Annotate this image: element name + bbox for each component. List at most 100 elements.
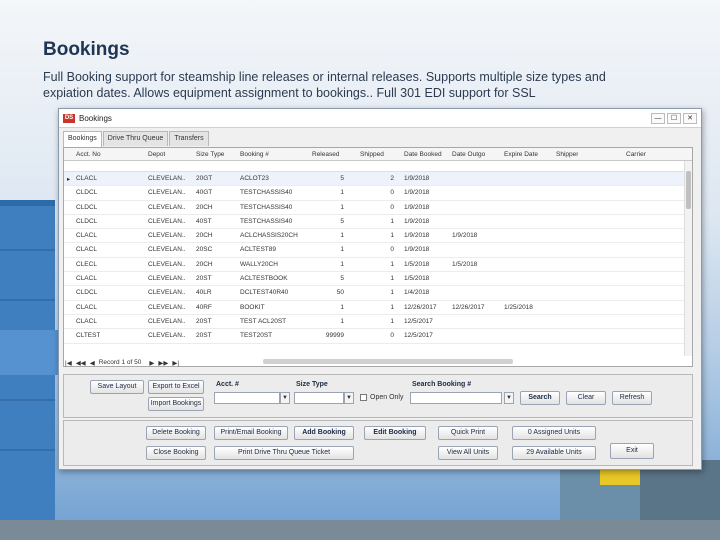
table-cell: 0 [390,332,394,340]
window-title: Bookings [79,113,112,123]
table-cell: ACLTEST89 [240,246,277,254]
table-row[interactable]: CLACL CLEVELAN.. 20ST ACLTESTBOOK 5 1 1/5/2018 [64,272,692,287]
table-cell: 1 [390,317,394,325]
column-header[interactable]: Date Booked [404,151,442,158]
close-booking-button[interactable]: Close Booking [146,446,206,460]
exit-button[interactable]: Exit [610,443,654,459]
assigned-units-button[interactable]: 0 Assigned Units [512,426,596,440]
filter-row[interactable] [64,161,692,172]
column-header[interactable]: Carrier [626,151,646,158]
column-header[interactable]: Expire Date [504,151,538,158]
save-layout-button[interactable]: Save Layout [90,380,144,394]
first-record-icon[interactable]: |◀ [65,359,72,367]
column-header[interactable]: Size Type [196,151,224,158]
table-row[interactable]: CLDCL CLEVELAN.. 40LR DCLTEST40R40 50 1 1/4/20… [64,286,692,301]
search-booking-label: Search Booking # [412,381,472,388]
column-header[interactable]: Shipper [556,151,578,158]
table-cell: TEST ACL20ST [240,317,287,325]
add-booking-button[interactable]: Add Booking [294,426,354,440]
table-row[interactable]: CLACL CLEVELAN.. 20ST TEST ACL20ST 1 1 12/5/20… [64,315,692,330]
available-units-button[interactable]: 29 Available Units [512,446,596,460]
table-row[interactable]: CLECL CLEVELAN.. 20CH WALLY20CH 1 1 1/5/2018 1/… [64,258,692,273]
table-cell: CLEVELAN.. [148,232,186,240]
close-icon[interactable]: ✕ [683,112,697,124]
table-cell: 50 [336,289,344,297]
tab-bookings[interactable]: Bookings [63,131,102,147]
table-cell: BOOKIT [240,303,265,311]
acct-input[interactable] [214,392,280,404]
quick-print-button[interactable]: Quick Print [438,426,498,440]
search-booking-input[interactable] [410,392,502,404]
search-booking-dropdown-icon[interactable]: ▼ [504,392,514,404]
table-row[interactable]: CLDCL CLEVELAN.. 40ST TESTCHASSIS40 5 1 1/9/20… [64,215,692,230]
table-row[interactable]: CLACL CLEVELAN.. 40RF BOOKIT 1 1 12/26/2017 12/… [64,301,692,315]
open-only-checkbox[interactable] [360,394,367,401]
table-cell: 1 [390,275,394,283]
tab-drive-thru-queue[interactable]: Drive Thru Queue [102,131,169,146]
table-cell: CLDCL [76,289,98,297]
column-header[interactable]: Date Outgo [452,151,485,158]
print-email-booking-button[interactable]: Print/Email Booking [214,426,288,440]
table-cell: TESTCHASSIS40 [240,203,293,211]
minimize-icon[interactable]: — [651,112,665,124]
table-cell: CLACL [76,246,97,254]
table-cell: WALLY20CH [240,260,278,268]
table-cell: 1 [390,217,394,225]
app-logo-icon: DS [63,113,75,123]
column-header[interactable]: Released [312,151,339,158]
refresh-button[interactable]: Refresh [612,391,652,405]
column-header[interactable]: Depot [148,151,165,158]
column-header[interactable]: Booking # [240,151,269,158]
delete-booking-button[interactable]: Delete Booking [146,426,206,440]
table-cell: CLDCL [76,203,98,211]
clear-button[interactable]: Clear [566,391,606,405]
edit-booking-button[interactable]: Edit Booking [364,426,426,440]
table-cell: 20GT [196,175,213,182]
bookings-grid[interactable]: Acct. No Depot Size Type Booking # Relea… [63,147,693,367]
table-row[interactable]: CLDCL CLEVELAN.. 40GT TESTCHASSIS40 1 0 1/9/20… [64,186,692,201]
table-cell: 1 [340,246,344,254]
table-cell: DCLTEST40R40 [240,289,289,297]
table-cell: 12/26/2017 [404,303,437,311]
next-page-icon[interactable]: ▶▶ [158,359,168,367]
search-button[interactable]: Search [520,391,560,405]
table-row[interactable]: CLTEST CLEVELAN.. 20ST TEST20ST 99999 0 12/5/2… [64,329,692,344]
row-indicator-icon: ▸ [67,176,71,183]
acct-dropdown-icon[interactable]: ▼ [280,392,290,404]
vertical-scrollbar[interactable] [684,161,692,356]
import-bookings-button[interactable]: Import Bookings [148,397,204,411]
grid-header: Acct. No Depot Size Type Booking # Relea… [64,148,692,161]
table-row[interactable]: ▸ CLACL CLEVELAN.. 20GT ACLOT23 5 2 1/9/2018 [64,172,692,187]
horizontal-scrollbar[interactable] [263,359,513,364]
acct-label: Acct. # [216,381,239,388]
table-cell: 1/9/2018 [404,217,430,225]
maximize-icon[interactable]: ☐ [667,112,681,124]
table-cell: CLDCL [76,189,98,197]
size-type-dropdown-icon[interactable]: ▼ [344,392,354,404]
export-excel-button[interactable]: Export to Excel [148,380,204,394]
table-row[interactable]: CLDCL CLEVELAN.. 20CH TESTCHASSIS40 1 0 1/9/20… [64,201,692,215]
next-record-icon[interactable]: ▶ [149,359,154,367]
table-cell: CLTEST [76,332,101,340]
table-row[interactable]: CLACL CLEVELAN.. 20SC ACLTEST89 1 0 1/9/2018 [64,243,692,258]
scrollbar-thumb[interactable] [686,171,691,209]
tab-transfers[interactable]: Transfers [169,131,209,146]
table-cell: 5 [340,217,344,225]
table-cell: 1/9/2018 [404,246,430,254]
table-cell: 1/4/2018 [404,289,430,297]
view-all-units-button[interactable]: View All Units [438,446,498,460]
table-cell: CLEVELAN.. [148,217,186,225]
prev-record-icon[interactable]: ◀ [90,359,95,367]
size-type-input[interactable] [294,392,344,404]
table-cell: CLACL [76,275,97,283]
table-cell: 0 [390,203,394,211]
last-record-icon[interactable]: ▶| [172,359,179,367]
column-header[interactable]: Acct. No [76,151,101,158]
column-header[interactable]: Shipped [360,151,384,158]
print-drive-thru-ticket-button[interactable]: Print Drive Thru Queue Ticket [214,446,354,460]
record-navigator: |◀ ◀◀ ◀ Record 1 of 50 ▶ ▶▶ ▶| [63,357,693,368]
prev-page-icon[interactable]: ◀◀ [76,359,86,367]
filter-panel: Save Layout Export to Excel Import Booki… [63,374,693,418]
table-cell: CLEVELAN.. [148,289,186,297]
table-row[interactable]: CLACL CLEVELAN.. 20CH ACLCHASSIS20CH 1 1 1/9/2… [64,229,692,244]
